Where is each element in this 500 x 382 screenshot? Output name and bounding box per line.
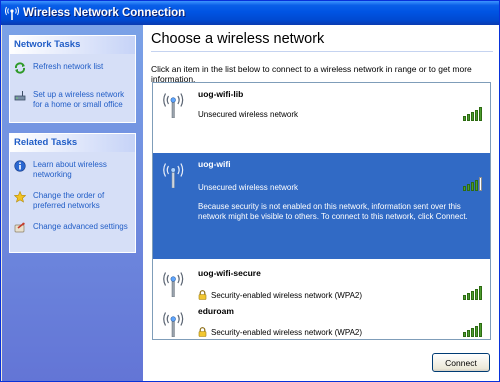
- setup-wireless-network-link[interactable]: Set up a wireless network for a home or …: [10, 86, 135, 112]
- network-status: Unsecured wireless network: [198, 110, 299, 119]
- info-icon: [14, 160, 26, 172]
- task-label: Change advanced settings: [33, 222, 128, 231]
- network-status-row: Security-enabled wireless network (WPA2): [198, 327, 362, 337]
- antenna-icon: [162, 92, 184, 119]
- network-tasks-panel: Network Tasks Refresh network list Set u…: [9, 35, 136, 123]
- network-security-warning: Because security is not enabled on this …: [198, 202, 468, 221]
- heading-divider: [151, 51, 493, 52]
- task-label: Change the order of preferred networks: [33, 191, 105, 210]
- refresh-network-list-link[interactable]: Refresh network list: [10, 58, 135, 76]
- change-order-link[interactable]: Change the order of preferred networks: [10, 187, 135, 213]
- related-tasks-panel: Related Tasks Learn about wireless netwo…: [9, 133, 136, 253]
- network-list[interactable]: uog-wifi-lib Unsecured wireless network …: [152, 82, 491, 340]
- window-title: Wireless Network Connection: [23, 7, 186, 19]
- setup-wireless-icon: [14, 90, 26, 102]
- network-name: eduroam: [198, 306, 234, 316]
- network-item[interactable]: eduroam Security-enabled wireless networ…: [153, 306, 490, 339]
- network-tasks-header: Network Tasks: [10, 36, 135, 54]
- instructions-text: Click an item in the list below to conne…: [151, 64, 472, 84]
- network-item[interactable]: uog-wifi-lib Unsecured wireless network: [153, 83, 490, 127]
- refresh-icon: [14, 62, 26, 74]
- lock-icon: [198, 327, 207, 337]
- network-status: Security-enabled wireless network (WPA2): [211, 290, 363, 300]
- network-status-row: Security-enabled wireless network (WPA2): [198, 290, 362, 300]
- connect-button[interactable]: Connect: [432, 353, 490, 372]
- signal-strength-icon: [463, 177, 482, 191]
- task-pane: Network Tasks Refresh network list Set u…: [2, 25, 143, 381]
- main-panel: Choose a wireless network Click an item …: [143, 25, 499, 381]
- related-tasks-header: Related Tasks: [10, 134, 135, 152]
- antenna-icon: [162, 311, 184, 338]
- network-status: Unsecured wireless network: [198, 183, 299, 192]
- learn-wireless-link[interactable]: Learn about wireless networking: [10, 156, 135, 182]
- lock-icon: [198, 290, 207, 300]
- antenna-icon: [162, 162, 184, 189]
- settings-icon: [14, 222, 26, 234]
- wireless-network-icon: [5, 6, 19, 20]
- wireless-network-window: Wireless Network Connection Network Task…: [0, 0, 500, 382]
- network-name: uog-wifi-secure: [198, 268, 261, 278]
- signal-strength-icon: [463, 107, 482, 121]
- task-label: Refresh network list: [33, 62, 104, 71]
- network-name: uog-wifi: [198, 159, 231, 169]
- signal-strength-icon: [463, 286, 482, 300]
- task-label: Learn about wireless networking: [33, 160, 107, 179]
- change-advanced-settings-link[interactable]: Change advanced settings: [10, 218, 135, 236]
- network-item-selected[interactable]: uog-wifi Unsecured wireless network Beca…: [153, 153, 490, 259]
- signal-strength-icon: [463, 323, 482, 337]
- network-status: Security-enabled wireless network (WPA2): [211, 327, 363, 337]
- task-label: Set up a wireless network for a home or …: [33, 90, 125, 109]
- title-bar[interactable]: Wireless Network Connection: [1, 1, 499, 25]
- network-name: uog-wifi-lib: [198, 89, 244, 99]
- network-item[interactable]: uog-wifi-secure Security-enabled wireles…: [153, 262, 490, 306]
- star-icon: [13, 190, 27, 203]
- page-title: Choose a wireless network: [151, 31, 325, 47]
- antenna-icon: [162, 271, 184, 298]
